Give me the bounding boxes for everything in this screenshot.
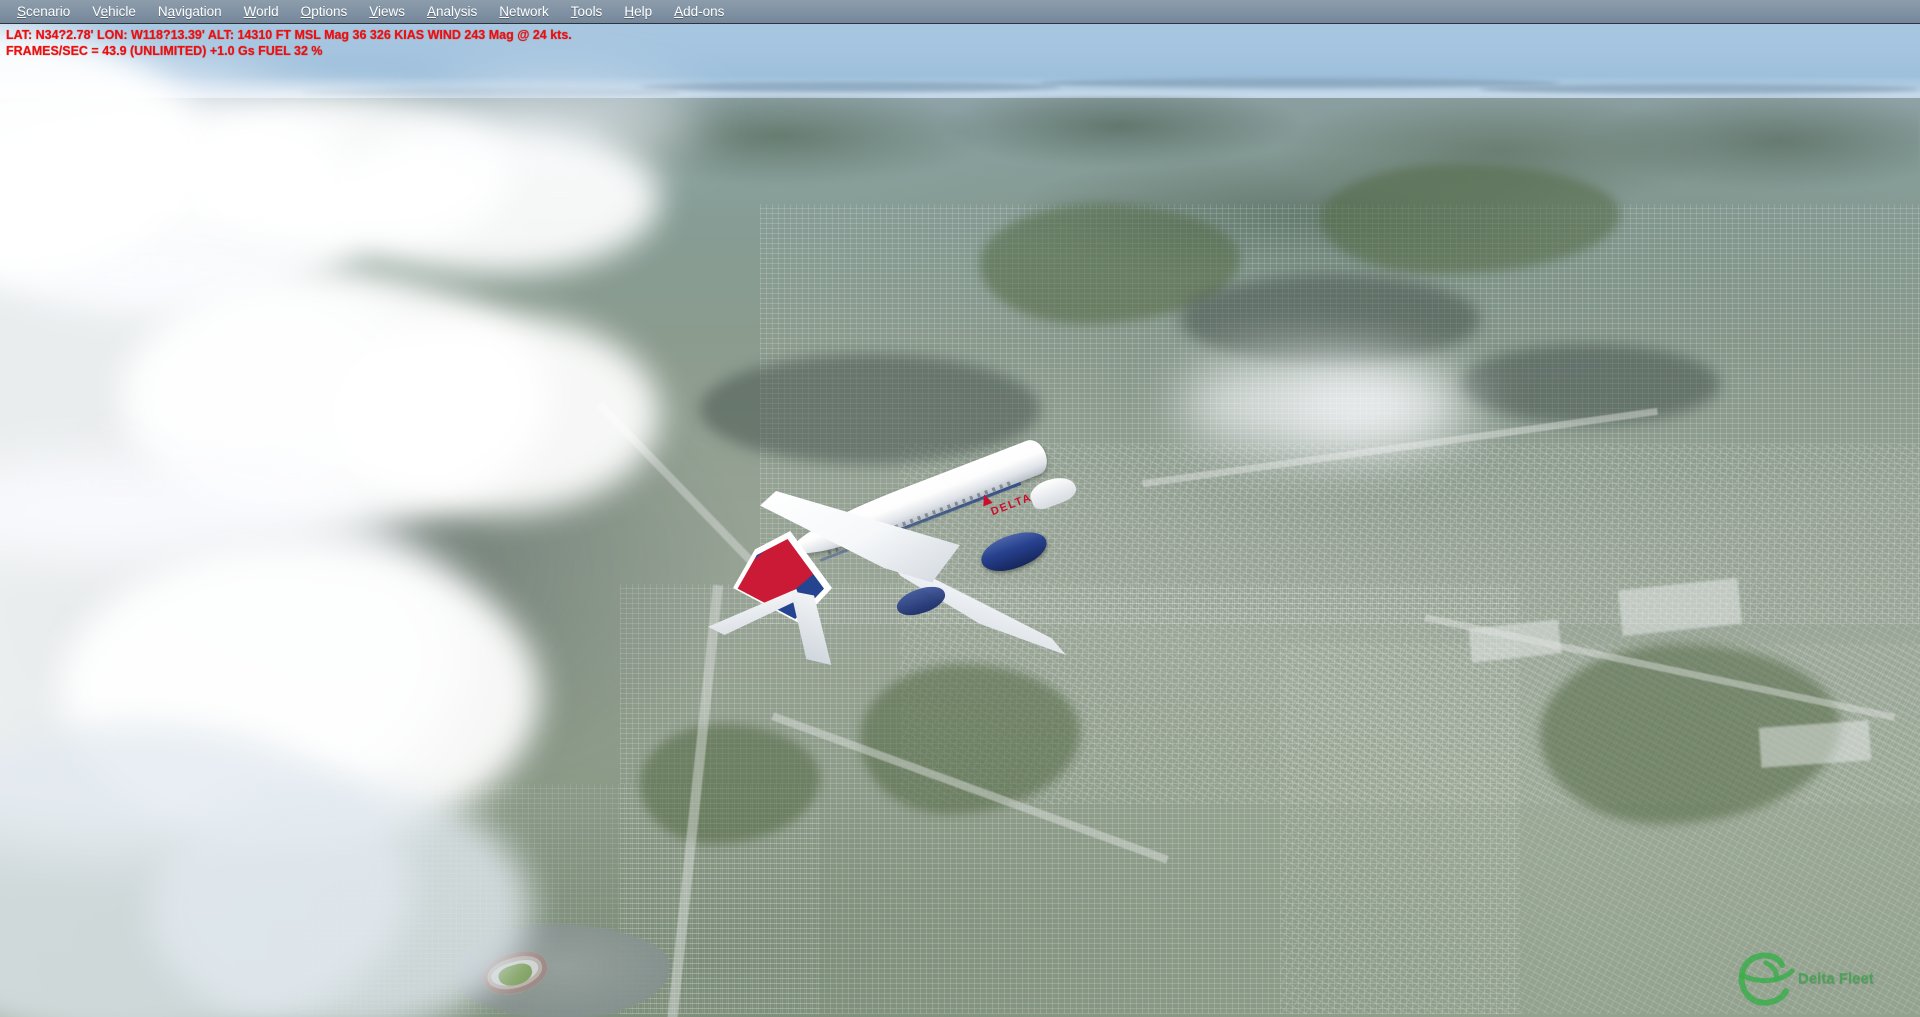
menu-item-network[interactable]: Network: [488, 0, 560, 24]
cloud: [420, 79, 700, 169]
aircraft-horizontal-stabilizer-right: [790, 591, 832, 665]
menu-item-world[interactable]: World: [233, 0, 290, 24]
menu-item-views[interactable]: Views: [358, 0, 416, 24]
menu-item-analysis[interactable]: Analysis: [416, 0, 488, 24]
terrain-shadow: [1180, 274, 1480, 364]
cloud: [1290, 374, 1480, 444]
watermark: Delta Fleet: [1736, 947, 1906, 1009]
menu-item-tools[interactable]: Tools: [560, 0, 614, 24]
distant-ridge: [640, 82, 1060, 92]
aircraft-delta-airliner: DELTA: [700, 436, 1090, 669]
menu-item-addons[interactable]: Add-ons: [663, 0, 735, 24]
cloud: [150, 784, 530, 1017]
menu-item-vehicle[interactable]: Vehicle: [81, 0, 147, 24]
flight-simulator-window: SScenariocenario Vehicle Navigation Worl…: [0, 0, 1920, 1017]
cloud: [330, 314, 660, 514]
globe-swoosh-icon: [1738, 952, 1795, 1006]
terrain-shadow: [1460, 344, 1720, 424]
aircraft-engine-right: [893, 581, 949, 621]
menu-item-help[interactable]: Help: [613, 0, 663, 24]
menu-item-scenario[interactable]: SScenariocenario: [6, 0, 81, 24]
distant-ridge: [1040, 78, 1560, 88]
simulator-viewport[interactable]: DELTA Delta Fleet: [0, 24, 1920, 1017]
menu-item-options[interactable]: Options: [290, 0, 359, 24]
hud-position-line: LAT: N34?2.78' LON: W118?13.39' ALT: 143…: [6, 28, 572, 42]
hud-performance-line: FRAMES/SEC = 43.9 (UNLIMITED) +1.0 Gs FU…: [6, 44, 323, 58]
menu-bar: SScenariocenario Vehicle Navigation Worl…: [0, 0, 1920, 24]
building-block: [1758, 720, 1872, 768]
watermark-text: Delta Fleet: [1798, 969, 1874, 987]
aircraft-engine-left: [976, 524, 1052, 579]
menu-item-navigation[interactable]: Navigation: [147, 0, 233, 24]
distant-ridge: [1480, 84, 1920, 94]
